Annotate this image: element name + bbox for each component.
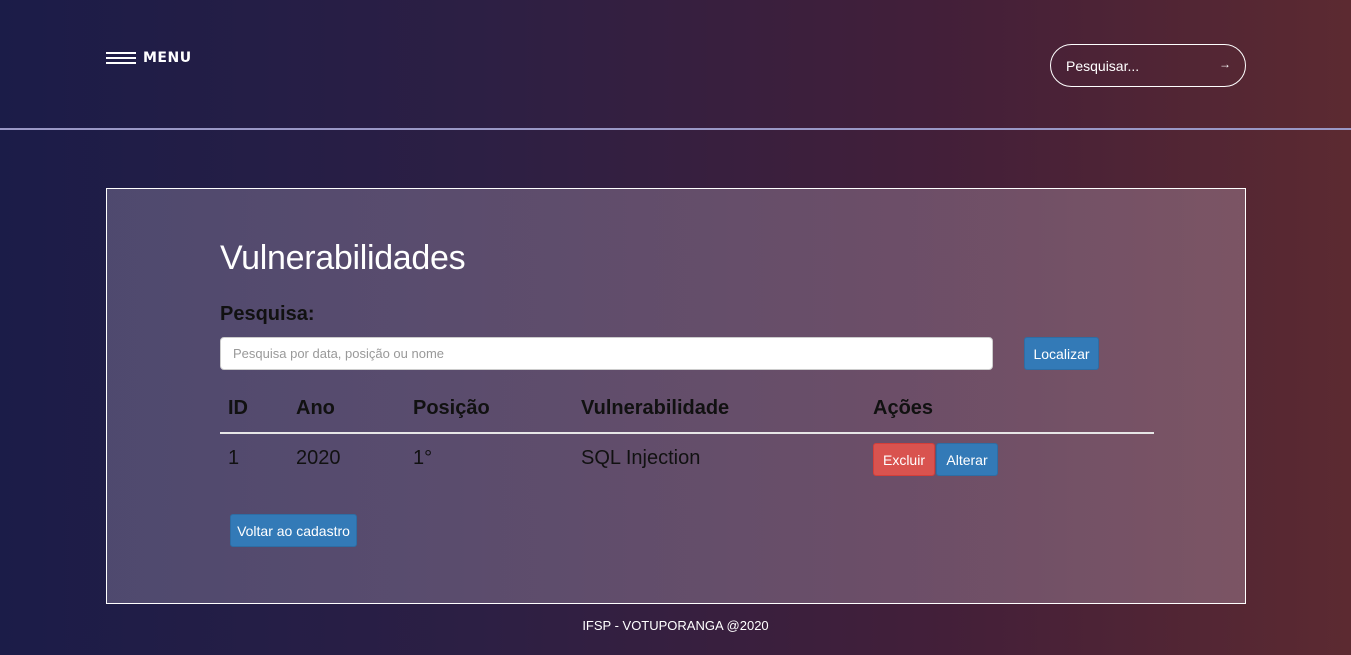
- menu-button[interactable]: MENU: [106, 48, 192, 68]
- footer-text: IFSP - VOTUPORANGA @2020: [582, 618, 769, 633]
- cell-posicao: 1°: [413, 446, 433, 469]
- row-actions: Excluir Alterar: [873, 434, 1154, 482]
- column-header-posicao: Posição: [405, 385, 573, 434]
- table-row: 1 2020 1° SQL Injection Excluir Alterar: [220, 433, 1154, 482]
- site-header: MENU →: [0, 0, 1351, 130]
- edit-button[interactable]: Alterar: [936, 443, 998, 476]
- column-header-vulnerabilidade: Vulnerabilidade: [573, 385, 865, 434]
- menu-label[interactable]: MENU: [143, 50, 192, 66]
- hamburger-icon[interactable]: [106, 51, 136, 65]
- locate-button[interactable]: Localizar: [1024, 337, 1099, 370]
- column-header-id: ID: [220, 385, 288, 434]
- search-label: Pesquisa:: [220, 303, 315, 325]
- content-panel: Vulnerabilidades Pesquisa: Localizar ID …: [106, 188, 1246, 604]
- header-search: →: [1050, 44, 1246, 87]
- column-header-acoes: Ações: [865, 385, 1154, 434]
- arrow-right-icon[interactable]: →: [1219, 57, 1231, 71]
- vulnerabilities-table: ID Ano Posição Vulnerabilidade Ações 1 2…: [220, 385, 1154, 482]
- cell-acoes: Excluir Alterar: [865, 433, 1154, 482]
- cell-vulnerabilidade: SQL Injection: [581, 446, 701, 469]
- cell-id: 1: [228, 446, 240, 469]
- cell-ano: 2020: [296, 446, 341, 469]
- header-search-input[interactable]: [1066, 55, 1206, 77]
- table-header-row: ID Ano Posição Vulnerabilidade Ações: [220, 385, 1154, 434]
- search-input[interactable]: [220, 337, 993, 370]
- page-title: Vulnerabilidades: [220, 239, 466, 277]
- delete-button[interactable]: Excluir: [873, 443, 935, 476]
- column-header-ano: Ano: [288, 385, 405, 434]
- back-to-register-button[interactable]: Voltar ao cadastro: [230, 514, 357, 547]
